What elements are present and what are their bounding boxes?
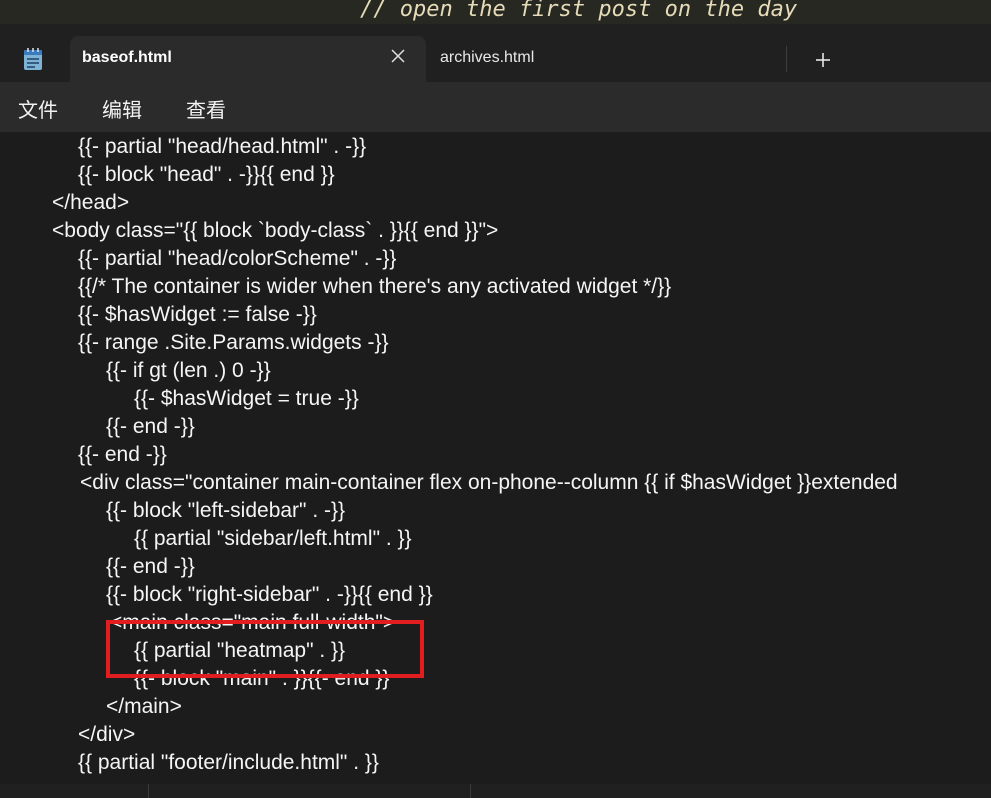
- red-highlight-box: [106, 620, 424, 678]
- new-tab-plus-icon[interactable]: [810, 47, 836, 73]
- code-line: {{- range .Site.Params.widgets -}}: [78, 331, 389, 354]
- text-editor[interactable]: {{- partial "head/head.html" . -}} {{- b…: [0, 132, 991, 798]
- code-line: {{- partial "head/head.html" . -}}: [78, 135, 367, 158]
- code-line: {{- partial "head/colorScheme" . -}}: [78, 247, 397, 270]
- menu-edit[interactable]: 编辑: [102, 94, 142, 123]
- code-line: {{- $hasWidget := false -}}: [78, 303, 317, 326]
- notepad-icon: [24, 48, 42, 70]
- menu-view[interactable]: 查看: [186, 94, 226, 123]
- code-line: {{- block "head" . -}}{{ end }}: [78, 163, 335, 186]
- code-line: {{ partial "sidebar/left.html" . }}: [134, 527, 412, 550]
- code-line: {{- if gt (len .) 0 -}}: [106, 359, 271, 382]
- close-icon[interactable]: [390, 48, 406, 64]
- code-line: {{/* The container is wider when there's…: [78, 275, 672, 298]
- background-code-line: // open the first post on the day: [360, 0, 798, 22]
- tab-baseof[interactable]: baseof.html: [70, 36, 426, 82]
- code-line: {{- end -}}: [106, 415, 195, 438]
- menu-bar: 文件 编辑 查看: [0, 82, 991, 132]
- tab-archives[interactable]: archives.html: [428, 36, 784, 82]
- code-line: {{- end -}}: [106, 555, 195, 578]
- code-line: {{ partial "footer/include.html" . }}: [78, 751, 379, 774]
- code-line: <div class="container main-container fle…: [80, 471, 898, 494]
- tab-divider: [786, 46, 787, 72]
- code-line: {{- block "right-sidebar" . -}}{{ end }}: [106, 583, 433, 606]
- code-line: <body class="{{ block `body-class` . }}{…: [52, 219, 499, 242]
- code-line: </main>: [106, 695, 182, 718]
- code-line: {{- end -}}: [78, 443, 167, 466]
- status-divider: [148, 784, 149, 798]
- menu-file[interactable]: 文件: [18, 94, 58, 123]
- tab-label: baseof.html: [82, 49, 172, 66]
- status-bar: [0, 784, 991, 798]
- code-line: {{- $hasWidget = true -}}: [134, 387, 359, 410]
- tab-label: archives.html: [440, 49, 535, 66]
- code-line: {{- block "left-sidebar" . -}}: [106, 499, 346, 522]
- code-line: </div>: [78, 723, 136, 746]
- code-line: </head>: [52, 191, 130, 214]
- status-divider: [470, 784, 471, 798]
- background-window: // open the first post on the day: [0, 0, 991, 24]
